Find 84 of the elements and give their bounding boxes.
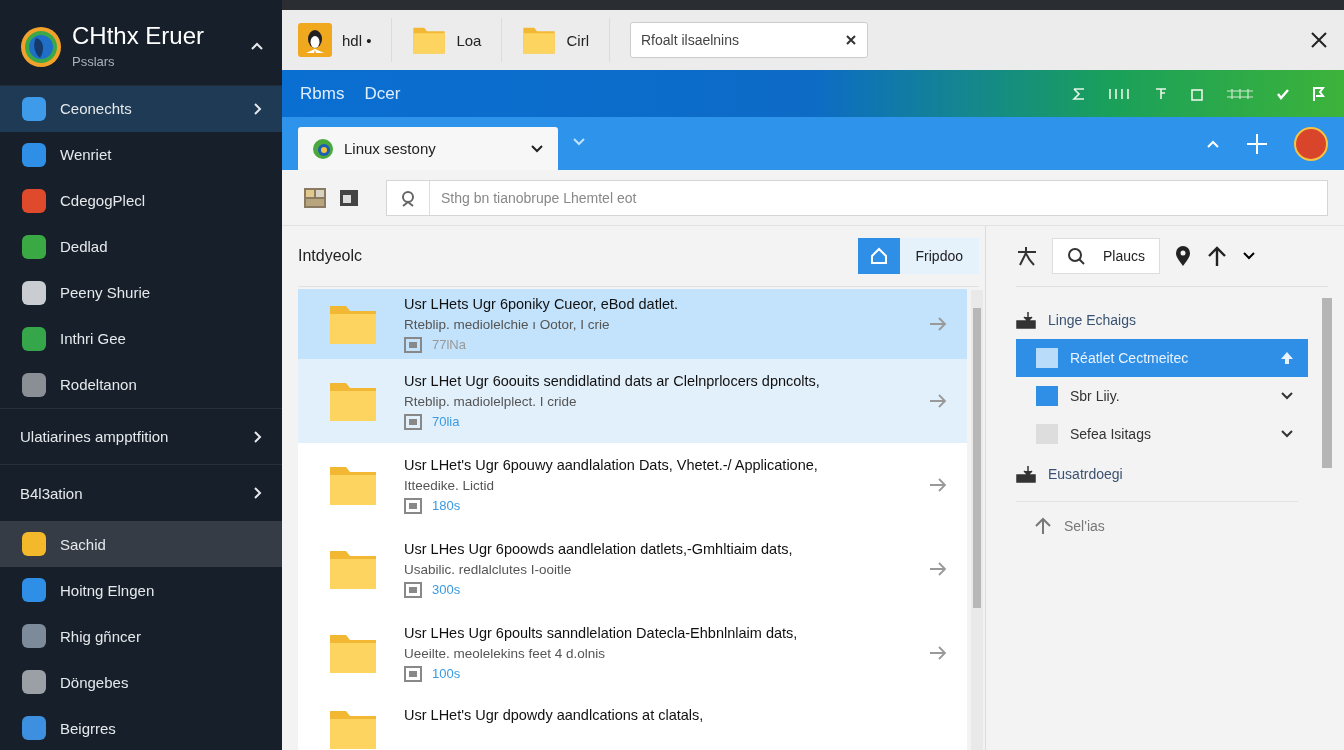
tab[interactable]: hdl •	[298, 18, 393, 62]
row-subtitle: Ueeilte. meolelekins feet 4 d.olnis	[404, 645, 607, 661]
folder-icon	[1036, 348, 1058, 368]
row-title: Usr LHet's Ugr 6pouwy aandlalation Dats, Vhetet.-/ Applicatione,	[404, 456, 819, 473]
sigma-icon[interactable]	[1072, 86, 1086, 101]
row-title: Usr LHes Ugr 6poowds aandlelation datlets,-Gmhltiaim dats,	[404, 540, 794, 557]
avatar[interactable]	[1294, 126, 1328, 161]
arrow-up-icon	[1034, 517, 1052, 535]
sidebar-item[interactable]: Rhig gñncer	[0, 613, 282, 660]
row-count: 77lNa	[432, 337, 466, 352]
row-count: 100s	[432, 666, 461, 681]
sidebar-item[interactable]: Peeny Shurie	[0, 269, 282, 316]
menu-item[interactable]: Dcer	[364, 83, 401, 104]
tree-link[interactable]: Sel'ias	[1016, 501, 1298, 550]
folder-icon	[1036, 386, 1058, 406]
app-name: CHthx Eruer	[72, 22, 206, 50]
grid-icon[interactable]	[1226, 87, 1254, 100]
row-subtitle: Rteblip. madiolelplect. I cride	[404, 393, 578, 409]
folder-icon	[412, 25, 447, 55]
row-title: Usr LHet's Ugr dpowdy aandlcations at clatals,	[404, 707, 705, 723]
row-title: Usr LHet Ugr 6oouits sendidlatind dats ar Clelnprlocers dpncolts,	[404, 372, 821, 389]
plus-icon[interactable]	[1246, 132, 1268, 155]
arrow-right-icon[interactable]	[929, 478, 947, 492]
folder-icon	[522, 25, 557, 55]
scrollbar[interactable]	[1322, 298, 1332, 468]
tree-item[interactable]: Sefea Isitags	[1016, 415, 1308, 453]
sidebar-item[interactable]: Inthri Gee	[0, 315, 282, 362]
sidebar-item[interactable]: Dedlad	[0, 223, 282, 270]
scrollbar[interactable]	[971, 290, 983, 750]
page-icon[interactable]	[1190, 86, 1204, 101]
action-button[interactable]: Fripdoo	[857, 238, 979, 274]
arrow-right-icon[interactable]	[929, 317, 947, 331]
menu-item[interactable]: Rbms	[300, 83, 345, 104]
layout-icon[interactable]	[304, 187, 326, 208]
row-count: 180s	[432, 498, 461, 513]
arrow-right-icon[interactable]	[929, 646, 947, 660]
sidebar-item[interactable]: Hoitng Elngen	[0, 567, 282, 614]
row-subtitle: Usabilic. redlalclutes I-ooitle	[404, 561, 573, 577]
tab[interactable]: Cirl	[502, 18, 610, 62]
bars-icon[interactable]	[1108, 86, 1132, 101]
flag-icon[interactable]	[1312, 85, 1326, 102]
tab[interactable]: Loa	[392, 18, 503, 62]
globe-icon	[312, 137, 334, 160]
sidebar-item[interactable]: Wenriet	[0, 131, 282, 178]
sidebar-item[interactable]: Ceonechts	[0, 86, 282, 132]
row-subtitle: Rteblip. mediolelchie ı Ootor, I crie	[404, 316, 611, 332]
app-subtitle: Psslars	[72, 54, 116, 69]
image-icon	[404, 336, 422, 353]
image-icon	[404, 413, 422, 430]
tree-header[interactable]: Eusatrdoegi	[1016, 455, 1308, 493]
tool-icon[interactable]	[1016, 245, 1038, 267]
search-field[interactable]: Rfoalt ilsaelnins	[629, 22, 868, 58]
house-icon	[869, 247, 888, 265]
search-field[interactable]: Sthg bn tianobrupe Lhemtel eot	[386, 179, 1328, 216]
row-count: 300s	[432, 582, 461, 597]
tray-icon	[1016, 465, 1036, 483]
tree-header[interactable]: Linge Echaigs	[1016, 301, 1308, 339]
tray-icon	[1016, 311, 1036, 329]
row-title: Usr LHes Ugr 6poults sanndlelation Datecla-Ehbnlnlaim dats,	[404, 624, 799, 641]
list-row[interactable]: Usr LHets Ugr 6poniky Cueor, eBod datlet. Rteblip. mediolelchie ı Ootor, I crie 77lNa	[298, 289, 967, 359]
image-icon	[404, 665, 422, 682]
sidebar-section[interactable]: Ulatiarines ampptfition	[0, 407, 282, 465]
sidebar-item[interactable]: Rodeltanon	[0, 361, 282, 408]
arrow-right-icon[interactable]	[929, 562, 947, 576]
row-subtitle: Itteedike. Lictid	[404, 477, 496, 493]
close-icon[interactable]	[1310, 31, 1328, 49]
image-icon	[404, 497, 422, 514]
arrow-right-icon[interactable]	[929, 394, 947, 408]
sidebar-item[interactable]: Beigrres	[0, 705, 282, 750]
sidebar-item[interactable]: CdegogPlecl	[0, 177, 282, 224]
places-button[interactable]: Plaucs	[1052, 238, 1161, 274]
list-title: Intdyeolc	[298, 247, 364, 265]
list-row[interactable]: Usr LHet Ugr 6oouits sendidlatind dats ar Clelnprlocers dpncolts, Rteblip. madiolelplect. I cride 70lia	[298, 359, 967, 443]
row-count: 70lia	[432, 414, 460, 429]
row-title: Usr LHets Ugr 6poniky Cueor, eBod datlet.	[404, 295, 680, 312]
window-icon[interactable]	[340, 189, 358, 206]
sidebar-item[interactable]: Döngebes	[0, 659, 282, 706]
clear-icon[interactable]	[844, 34, 857, 46]
location-pin-icon[interactable]	[1174, 245, 1193, 267]
sidebar-item[interactable]: Sachid	[0, 521, 282, 568]
image-icon	[404, 581, 422, 598]
tree-item[interactable]: Sbr Liiy.	[1016, 377, 1308, 415]
location-tab[interactable]: Linux sestony	[298, 127, 558, 170]
penguin-icon	[298, 23, 332, 57]
